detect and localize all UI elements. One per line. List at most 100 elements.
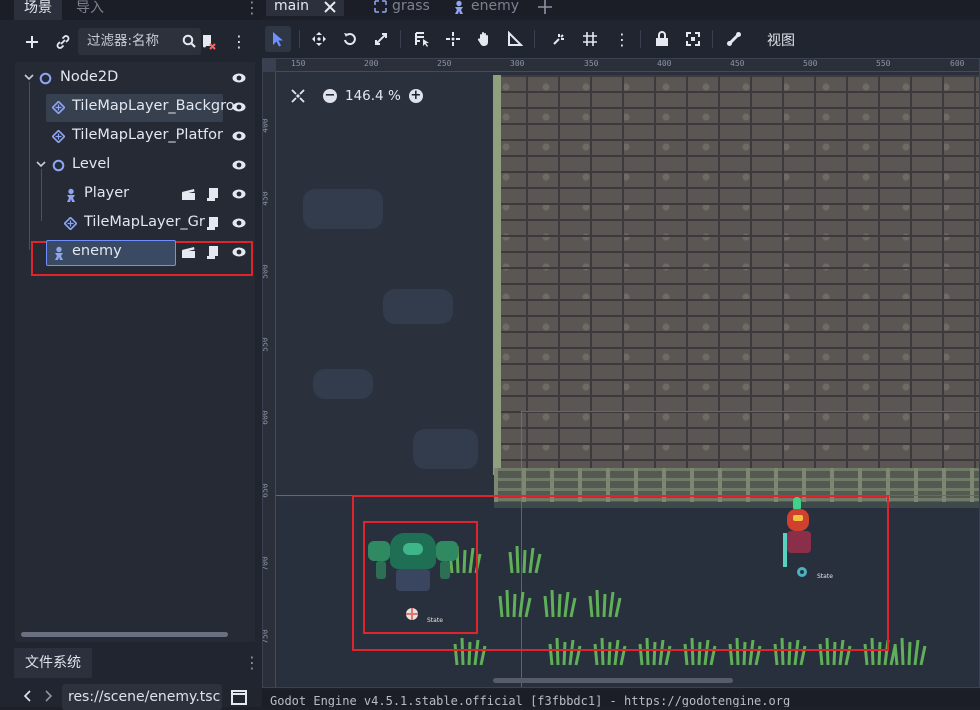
- tree-item-enemy[interactable]: enemy: [15, 238, 255, 276]
- dock-tab-bar: 场景 导入 ⋮: [0, 0, 262, 20]
- node2d-icon: [374, 0, 387, 13]
- visibility-eye-icon[interactable]: [232, 216, 246, 230]
- chevron-down-icon[interactable]: [36, 161, 46, 169]
- list-select-button[interactable]: [409, 26, 435, 52]
- tilemap-layer-icon: [52, 130, 65, 143]
- zoom-out-button[interactable]: −: [323, 89, 337, 103]
- filesystem-path-input[interactable]: res://scene/enemy.tsc: [62, 684, 222, 710]
- ruler-tick: 200: [364, 59, 379, 68]
- script-attach-icon: [203, 35, 216, 50]
- visibility-eye-icon[interactable]: [232, 71, 246, 85]
- instance-scene-button[interactable]: [51, 28, 75, 56]
- tree-item-level[interactable]: Level: [15, 151, 255, 180]
- script-icon[interactable]: [206, 187, 219, 202]
- script-icon[interactable]: [206, 245, 219, 260]
- grid-icon: [583, 32, 597, 46]
- skeleton-button[interactable]: [721, 26, 747, 52]
- split-view-icon[interactable]: [231, 690, 247, 705]
- chevron-left-icon[interactable]: [24, 690, 32, 702]
- character-body-icon: [455, 0, 463, 14]
- ruler-tick: 500: [803, 59, 818, 68]
- visibility-eye-icon[interactable]: [232, 187, 246, 201]
- scene-tree: Node2D TileMapLayer_Backgro TileMapLayer…: [15, 62, 255, 642]
- tilemap-layer-icon: [52, 101, 65, 114]
- tree-item-node2d[interactable]: Node2D: [15, 64, 255, 93]
- scene-menu-button[interactable]: ⋮: [227, 28, 251, 56]
- ruler-tick: 500: [262, 264, 270, 279]
- visibility-eye-icon[interactable]: [232, 100, 246, 114]
- tab-scene[interactable]: 场景: [14, 0, 62, 20]
- grass-tuft: [893, 637, 927, 666]
- ruler-vertical: 400 450 500 550 600 650 700 750: [262, 59, 276, 687]
- canvas-toolbar: ⋮ 视图: [262, 20, 980, 58]
- background-patch: [313, 369, 373, 399]
- ruler-tick: 350: [584, 59, 599, 68]
- tree-item-label: Level: [72, 156, 111, 172]
- rotate-mode-button[interactable]: [337, 26, 363, 52]
- canvas-viewport[interactable]: State State 150 200 250 300 350 400 450 …: [262, 58, 980, 688]
- add-node-button[interactable]: [20, 28, 44, 56]
- engine-version-text: Godot Engine v4.5.1.stable.official [f3f…: [270, 694, 791, 707]
- select-mode-button[interactable]: [265, 26, 291, 52]
- dock-menu-icon[interactable]: ⋮: [244, 0, 260, 16]
- tab-filesystem[interactable]: 文件系统: [14, 648, 92, 678]
- tab-import[interactable]: 导入: [66, 0, 114, 20]
- ruler-tick: 250: [437, 59, 452, 68]
- tree-scrollbar[interactable]: [21, 632, 228, 637]
- tree-item-player[interactable]: Player: [15, 180, 255, 209]
- filesystem-menu-icon[interactable]: ⋮: [244, 655, 260, 671]
- rotate-icon: [344, 33, 356, 46]
- script-icon[interactable]: [206, 216, 219, 231]
- tab-grass[interactable]: grass: [366, 0, 438, 16]
- add-tab-icon[interactable]: [538, 0, 552, 14]
- tree-guide: [41, 169, 42, 221]
- zoom-level[interactable]: 146.4 %: [345, 88, 401, 104]
- tree-item-tilemap-platform[interactable]: TileMapLayer_Platfor: [15, 122, 255, 151]
- ruler-tick: 300: [510, 59, 525, 68]
- ruler-icon: [508, 31, 523, 46]
- list-select-icon: [415, 32, 429, 47]
- visibility-eye-icon[interactable]: [232, 158, 246, 172]
- tab-enemy[interactable]: enemy: [444, 0, 527, 16]
- filter-input[interactable]: 过滤器:名称: [78, 28, 201, 55]
- visibility-eye-icon[interactable]: [232, 245, 246, 259]
- snap-options-button[interactable]: ⋮: [609, 26, 635, 52]
- node2d-icon: [39, 72, 52, 85]
- tree-guide: [29, 82, 30, 250]
- chevron-right-icon[interactable]: [44, 690, 52, 702]
- viewport-scrollbar[interactable]: [493, 678, 733, 683]
- tab-label: grass: [392, 0, 430, 14]
- clapper-scene-icon[interactable]: [181, 188, 196, 201]
- ruler-mode-button[interactable]: [502, 26, 528, 52]
- center-view-icon[interactable]: [291, 89, 305, 103]
- scene-dock: 场景 导入 ⋮ 过滤器:名称 ⋮ Node2D TileMapLayer_Bac…: [0, 0, 262, 710]
- character-body-icon: [55, 246, 63, 260]
- tree-item-tilemap-grass[interactable]: TileMapLayer_Gr: [15, 209, 255, 238]
- attach-script-button[interactable]: [196, 28, 220, 56]
- smart-snap-button[interactable]: [546, 26, 572, 52]
- background-patch: [303, 189, 383, 229]
- chevron-down-icon[interactable]: [24, 74, 34, 82]
- lock-button[interactable]: [649, 26, 675, 52]
- pivot-button[interactable]: [440, 26, 466, 52]
- view-menu[interactable]: 视图: [767, 30, 795, 50]
- filter-placeholder: 过滤器:名称: [87, 33, 160, 49]
- scale-mode-button[interactable]: [368, 26, 394, 52]
- tilemap-layer-icon: [64, 217, 77, 230]
- tree-item-label: enemy: [72, 243, 122, 259]
- visibility-eye-icon[interactable]: [232, 129, 246, 143]
- tab-main[interactable]: main: [266, 0, 344, 16]
- ruler-tick: 650: [262, 483, 270, 498]
- zoom-in-button[interactable]: +: [408, 89, 423, 103]
- scene-toolbar: 过滤器:名称 ⋮: [14, 26, 254, 58]
- tree-item-tilemap-background[interactable]: TileMapLayer_Backgro: [15, 93, 255, 122]
- move-mode-button[interactable]: [306, 26, 332, 52]
- clapper-scene-icon[interactable]: [181, 246, 196, 259]
- move-icon: [312, 32, 326, 46]
- pan-mode-button[interactable]: [471, 26, 497, 52]
- tree-item-label: TileMapLayer_Backgro: [72, 98, 235, 114]
- ruler-tick: 550: [262, 337, 270, 352]
- grid-snap-button[interactable]: [577, 26, 603, 52]
- close-icon[interactable]: [324, 1, 336, 13]
- group-button[interactable]: [680, 26, 706, 52]
